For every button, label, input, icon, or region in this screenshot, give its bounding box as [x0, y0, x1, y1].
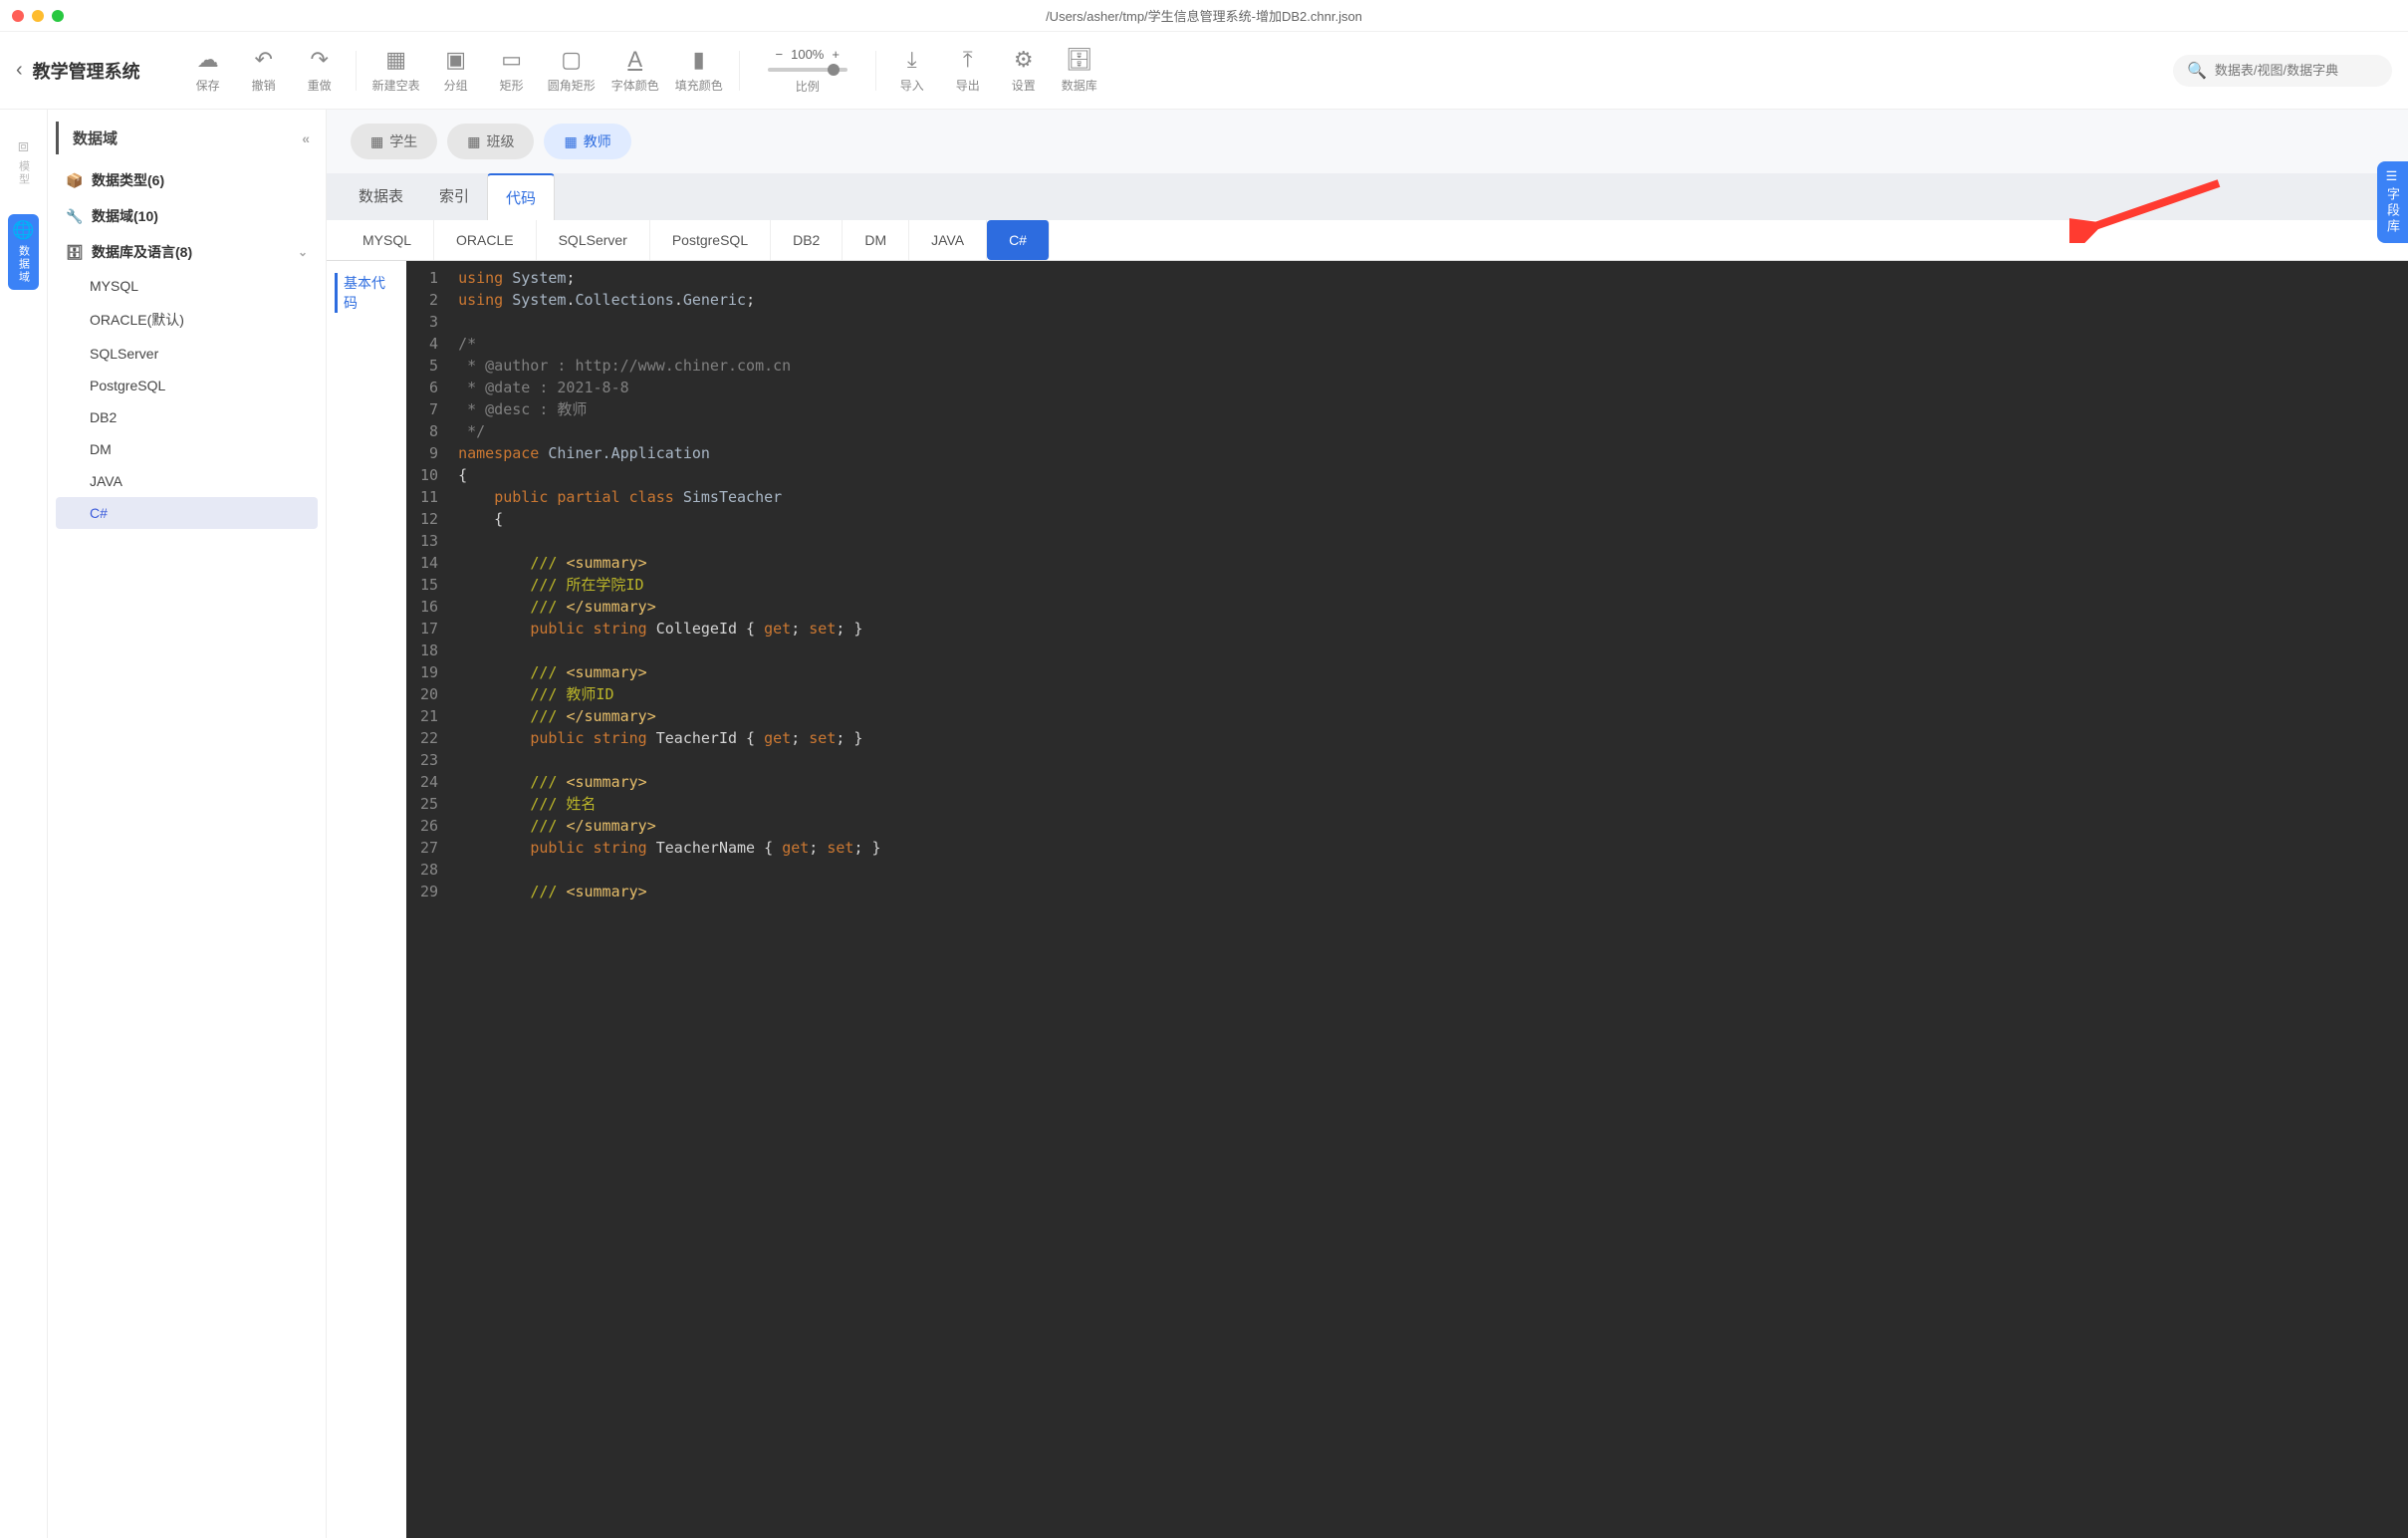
tree-child-sqlserver[interactable]: SQLServer [56, 338, 318, 370]
toolbar: ‹ 教学管理系统 ☁︎保存 ↶撤销 ↷重做 ▦新建空表 ▣分组 ▭矩形 ▢圆角矩… [0, 32, 2408, 110]
table-icon: ▦ [467, 133, 480, 150]
lang-tab-mysql[interactable]: MYSQL [341, 220, 434, 260]
tree-child-c[interactable]: C# [56, 497, 318, 529]
lang-tabs: MYSQLORACLESQLServerPostgreSQLDB2DMJAVAC… [327, 220, 2408, 261]
search-box[interactable]: 🔍 [2173, 55, 2392, 87]
tree-child-postgresql[interactable]: PostgreSQL [56, 370, 318, 401]
content: ▦学生 ▦班级 ▦教师 数据表 索引 代码 MYSQLORACLESQLServ… [327, 110, 2408, 1538]
maximize-window-icon[interactable] [52, 10, 64, 22]
window-controls [12, 10, 64, 22]
rounded-rect-icon: ▢ [561, 47, 582, 73]
box-icon: 📦 [66, 172, 84, 189]
cube-icon: ⧈ [18, 135, 29, 156]
close-window-icon[interactable] [12, 10, 24, 22]
redo-icon: ↷ [310, 47, 328, 73]
new-table-button[interactable]: ▦新建空表 [372, 47, 420, 94]
search-input[interactable] [2215, 63, 2390, 78]
code-editor[interactable]: 1234567891011121314151617181920212223242… [406, 261, 2408, 1538]
lang-tab-db2[interactable]: DB2 [771, 220, 843, 260]
minimize-window-icon[interactable] [32, 10, 44, 22]
tree-child-mysql[interactable]: MYSQL [56, 270, 318, 302]
pill-teacher[interactable]: ▦教师 [544, 124, 630, 159]
vertical-tabs: ⧈模型 🌐数据域 [0, 110, 48, 1538]
titlebar: /Users/asher/tmp/学生信息管理系统-增加DB2.chnr.jso… [0, 0, 2408, 32]
table-tabs: ▦学生 ▦班级 ▦教师 [327, 110, 2408, 173]
zoom-out-icon[interactable]: − [776, 47, 784, 62]
sub-tabs: 数据表 索引 代码 [327, 173, 2408, 220]
tree-child-java[interactable]: JAVA [56, 465, 318, 497]
font-color-button[interactable]: A字体颜色 [611, 47, 659, 94]
sidebar: 数据域 « 📦数据类型(6) 🔧数据域(10) 🗄数据库及语言(8)⌄ MYSQ… [48, 110, 327, 1538]
tree-db-lang[interactable]: 🗄数据库及语言(8)⌄ [56, 234, 318, 270]
vtab-model[interactable]: ⧈模型 [12, 129, 36, 192]
settings-button[interactable]: ⚙设置 [1004, 47, 1044, 94]
line-gutter: 1234567891011121314151617181920212223242… [406, 261, 448, 1538]
tree-domain[interactable]: 🔧数据域(10) [56, 198, 318, 234]
lang-tab-c[interactable]: C# [987, 220, 1050, 260]
back-button[interactable]: ‹ [16, 59, 23, 82]
wrench-icon: 🔧 [66, 208, 84, 225]
pill-class[interactable]: ▦班级 [447, 124, 534, 159]
globe-icon: 🌐 [12, 220, 34, 241]
fill-color-button[interactable]: ▮填充颜色 [675, 47, 723, 94]
database-button[interactable]: 🗄数据库 [1060, 47, 1099, 94]
chevron-down-icon: ⌄ [298, 245, 308, 259]
undo-button[interactable]: ↶撤销 [244, 47, 284, 94]
lang-tab-java[interactable]: JAVA [909, 220, 987, 260]
table-icon: ▦ [564, 133, 577, 150]
library-icon: ☰ [2385, 169, 2400, 187]
undo-icon: ↶ [254, 47, 272, 73]
tree-child-db2[interactable]: DB2 [56, 401, 318, 433]
save-button[interactable]: ☁︎保存 [188, 47, 228, 94]
rect-icon: ▭ [501, 47, 522, 73]
group-icon: ▣ [445, 47, 466, 73]
sidebar-header: 数据域 « [56, 122, 318, 154]
code-side-panel: 基本代码 [327, 261, 406, 1538]
subtab-index[interactable]: 索引 [421, 173, 487, 220]
page-title: 教学管理系统 [33, 58, 140, 84]
window-path: /Users/asher/tmp/学生信息管理系统-增加DB2.chnr.jso… [1046, 6, 1362, 25]
database-icon: 🗄 [66, 244, 84, 261]
subtab-table[interactable]: 数据表 [341, 173, 421, 220]
redo-button[interactable]: ↷重做 [300, 47, 340, 94]
cloud-upload-icon: ☁︎ [197, 47, 219, 73]
pill-student[interactable]: ▦学生 [351, 124, 437, 159]
vtab-domain[interactable]: 🌐数据域 [8, 214, 38, 290]
fill-color-icon: ▮ [693, 47, 705, 73]
tree-datatype[interactable]: 📦数据类型(6) [56, 162, 318, 198]
import-button[interactable]: ⤓导入 [892, 47, 932, 94]
table-icon: ▦ [370, 133, 383, 150]
search-icon: 🔍 [2187, 61, 2207, 81]
lang-tab-oracle[interactable]: ORACLE [434, 220, 537, 260]
tree-child-dm[interactable]: DM [56, 433, 318, 465]
zoom-in-icon[interactable]: + [832, 47, 840, 62]
lang-tab-dm[interactable]: DM [843, 220, 909, 260]
gear-icon: ⚙ [1014, 47, 1034, 73]
subtab-code[interactable]: 代码 [487, 173, 555, 220]
rounded-rect-button[interactable]: ▢圆角矩形 [548, 47, 596, 94]
field-library-handle[interactable]: ☰字段库 [2377, 161, 2408, 243]
group-button[interactable]: ▣分组 [436, 47, 476, 94]
export-button[interactable]: ⤒导出 [948, 47, 988, 94]
lang-tab-sqlserver[interactable]: SQLServer [537, 220, 650, 260]
database-icon: 🗄 [1066, 47, 1093, 73]
code-basic-label[interactable]: 基本代码 [335, 273, 398, 313]
zoom-label: 比例 [796, 78, 820, 95]
zoom-slider[interactable] [768, 68, 847, 72]
table-plus-icon: ▦ [385, 47, 406, 73]
import-icon: ⤓ [907, 47, 917, 73]
rect-button[interactable]: ▭矩形 [492, 47, 532, 94]
font-color-icon: A [627, 47, 642, 73]
zoom-control[interactable]: −100% + 比例 [768, 47, 847, 95]
collapse-left-icon[interactable]: « [302, 130, 310, 146]
export-icon: ⤒ [963, 47, 973, 73]
code-lines: using System;using System.Collections.Ge… [448, 261, 890, 1538]
zoom-value: 100% [791, 47, 824, 62]
tree-child-oracle[interactable]: ORACLE(默认) [56, 302, 318, 338]
lang-tab-postgresql[interactable]: PostgreSQL [650, 220, 771, 260]
